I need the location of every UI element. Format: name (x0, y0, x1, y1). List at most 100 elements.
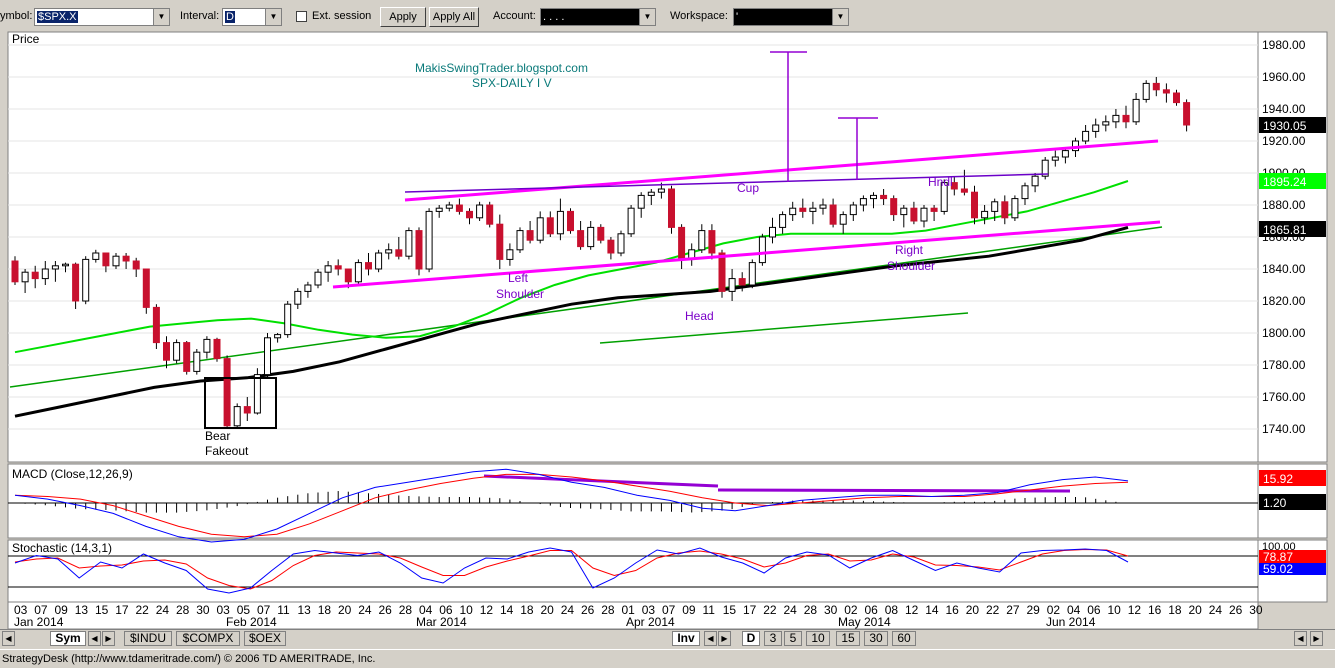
candle-body (264, 337, 271, 376)
candle-body (334, 265, 342, 270)
candle-body (597, 226, 605, 241)
candle-body (1001, 201, 1009, 219)
candle-body (62, 263, 69, 267)
candle-body (385, 249, 393, 254)
candle-body (466, 210, 473, 219)
date-tick-label: 14 (925, 603, 939, 617)
head-label: Head (685, 309, 714, 323)
date-tick-label: 15 (95, 603, 109, 617)
candle-body (365, 262, 372, 270)
candle-body (304, 284, 312, 292)
date-tick-label: 16 (1148, 603, 1162, 617)
date-tick-label: 24 (561, 603, 575, 617)
scroll-right-icon[interactable]: ▶ (1310, 631, 1323, 646)
date-tick-label: 18 (520, 603, 534, 617)
scroll-left-icon[interactable]: ◀ (1294, 631, 1307, 646)
interval-tab[interactable]: 3 (764, 631, 782, 646)
chart-canvas[interactable]: 1980.001960.001940.001920.001900.001880.… (0, 0, 1335, 629)
candle-body (1152, 82, 1160, 91)
tab-prev-icon[interactable]: ◀ (88, 631, 101, 646)
tab-oex[interactable]: $OEX (244, 631, 286, 646)
price-tick-label: 1740.00 (1262, 422, 1306, 436)
interval-tab[interactable]: 30 (864, 631, 888, 646)
price-tick-label: 1980.00 (1262, 38, 1306, 52)
date-tick-label: 30 (196, 603, 210, 617)
candle-body (506, 249, 514, 260)
candle-body (193, 351, 201, 372)
candle-body (223, 358, 231, 427)
date-tick-label: 30 (1249, 603, 1263, 617)
interval-tab[interactable]: 5 (784, 631, 802, 646)
candle-body (425, 210, 433, 270)
tab-next-icon[interactable]: ▶ (102, 631, 115, 646)
candle-body (556, 210, 564, 235)
date-tick-label: 10 (1108, 603, 1122, 617)
date-tick-label: 16 (946, 603, 960, 617)
candle-body (243, 406, 251, 414)
candle-body (476, 204, 484, 219)
date-tick-label: 24 (1209, 603, 1223, 617)
month-label: Jun 2014 (1046, 615, 1096, 629)
candle-body (870, 194, 877, 200)
candle-body (627, 207, 635, 235)
date-tick-label: 22 (986, 603, 1000, 617)
candle-body (607, 239, 615, 254)
candle-body (647, 191, 655, 196)
date-tick-label: 22 (136, 603, 150, 617)
date-tick-label: 12 (905, 603, 919, 617)
interval-tab[interactable]: 15 (836, 631, 860, 646)
month-label: Feb 2014 (226, 615, 277, 629)
candle-body (546, 217, 554, 235)
candle-body (82, 258, 90, 302)
date-tick-label: 26 (379, 603, 393, 617)
candle-body (152, 306, 160, 344)
interval-tab[interactable]: 10 (806, 631, 830, 646)
inv-next-icon[interactable]: ▶ (718, 631, 731, 646)
candle-body (991, 201, 999, 212)
candle-body (839, 214, 847, 225)
candle-body (698, 230, 706, 251)
interval-tab[interactable]: D (742, 631, 760, 646)
candle-body (678, 226, 686, 260)
scroll-left-icon[interactable]: ◀ (2, 631, 15, 646)
candle-body (930, 207, 938, 212)
price-tick-label: 1840.00 (1262, 262, 1306, 276)
candle-body (809, 207, 817, 212)
candle-body (142, 268, 150, 308)
date-tick-label: 17 (743, 603, 757, 617)
tab-compx[interactable]: $COMPX (176, 631, 240, 646)
candle-body (900, 207, 908, 216)
stoch-title: Stochastic (14,3,1) (12, 541, 112, 555)
tab-sym[interactable]: Sym (50, 631, 86, 646)
inv-prev-icon[interactable]: ◀ (704, 631, 717, 646)
candle-body (981, 210, 989, 219)
candle-body (617, 233, 625, 254)
candle-body (92, 252, 100, 260)
price-tick-label: 1960.00 (1262, 70, 1306, 84)
candle-body (284, 303, 292, 336)
interval-tab[interactable]: 60 (892, 631, 916, 646)
stoch-d-value: 59.02 (1263, 562, 1293, 576)
tab-indu[interactable]: $INDU (124, 631, 172, 646)
date-tick-label: 15 (723, 603, 737, 617)
chart-subtitle: SPX-DAILY I V (472, 76, 552, 90)
candle-body (314, 271, 322, 286)
candle-body (960, 188, 968, 193)
candle-body (51, 265, 59, 270)
date-tick-label: 22 (763, 603, 777, 617)
month-label: Apr 2014 (626, 615, 675, 629)
candle-body (173, 342, 181, 361)
date-tick-label: 14 (500, 603, 514, 617)
date-tick-label: 13 (298, 603, 312, 617)
date-tick-label: 12 (480, 603, 494, 617)
symbol-tabs-bar: ◀ Sym ◀ ▶ $INDU $COMPX $OEX Inv ◀ ▶ D351… (0, 629, 1335, 648)
date-tick-label: 24 (156, 603, 170, 617)
tab-inv[interactable]: Inv (672, 631, 700, 646)
candle-body (183, 342, 191, 372)
candle-body (122, 255, 130, 262)
date-tick-label: 20 (338, 603, 352, 617)
candle-body (445, 204, 453, 209)
candle-body (132, 260, 140, 270)
candle-body (1082, 130, 1090, 142)
candle-body (415, 230, 423, 270)
